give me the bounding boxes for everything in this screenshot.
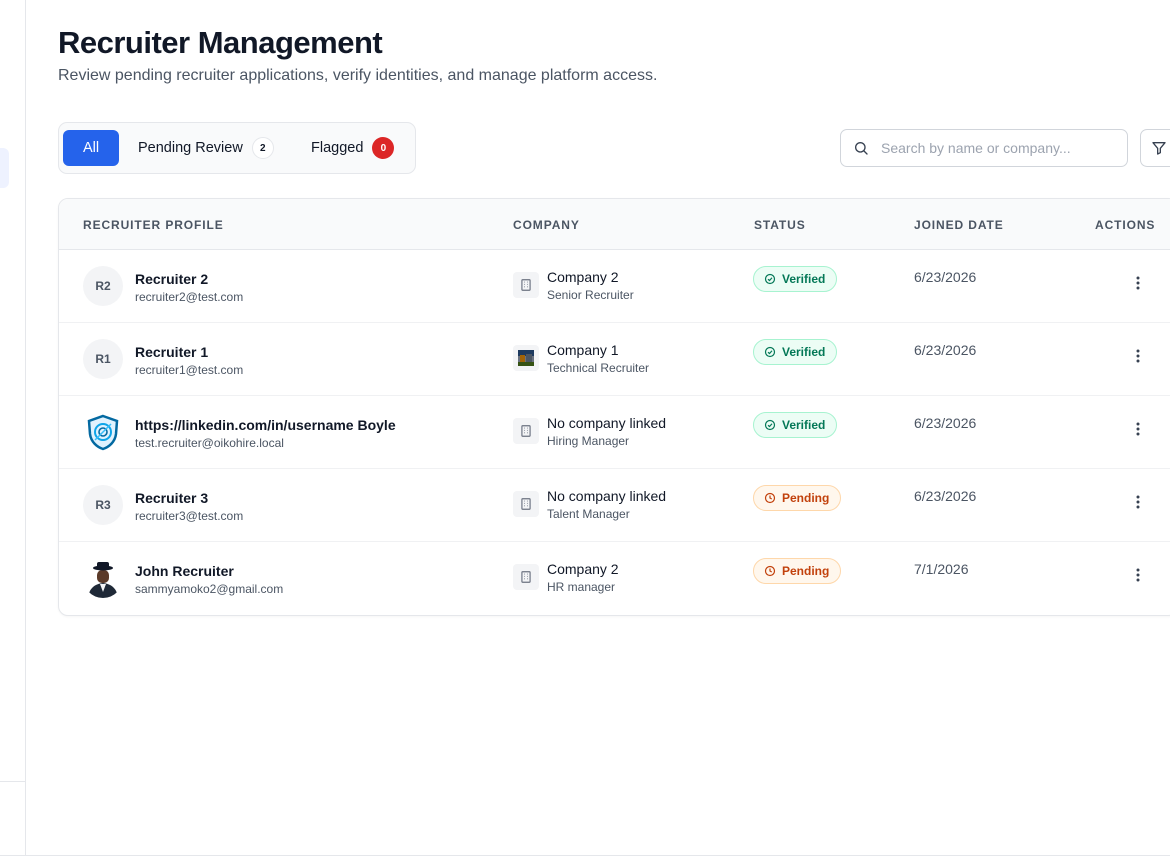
status-badge: Pending <box>753 558 842 584</box>
more-vertical-icon[interactable] <box>1129 347 1147 365</box>
page-subtitle: Review pending recruiter applications, v… <box>58 67 658 84</box>
recruiter-name: Recruiter 3 <box>135 490 209 506</box>
recruiter-role: HR manager <box>547 580 616 594</box>
company-logo <box>513 345 539 371</box>
search-input[interactable] <box>881 140 1111 156</box>
check-circle-icon <box>764 419 776 431</box>
tab-flagged[interactable]: Flagged 0 <box>311 130 395 166</box>
tab-label: Pending Review <box>138 140 243 156</box>
tab-label: Flagged <box>311 140 364 156</box>
column-header-company: COMPANY <box>513 218 580 232</box>
tab-all[interactable]: All <box>63 130 119 166</box>
avatar: R2 <box>83 266 123 306</box>
pending-count-badge: 2 <box>251 137 274 159</box>
flagged-count-badge: 0 <box>372 137 395 159</box>
shield-logo-avatar <box>83 412 123 452</box>
status-label: Verified <box>782 272 826 286</box>
joined-date: 6/23/2026 <box>914 269 977 285</box>
company-name: No company linked <box>547 488 667 504</box>
status-label: Verified <box>782 418 826 432</box>
sidebar-active-indicator[interactable] <box>0 148 9 188</box>
status-badge: Verified <box>753 266 838 292</box>
more-vertical-icon[interactable] <box>1129 493 1147 511</box>
table-row[interactable]: R3 Recruiter 3 recruiter3@test.com No co… <box>59 469 1170 542</box>
check-circle-icon <box>764 273 776 285</box>
building-icon <box>513 418 539 444</box>
column-header-joined-date: JOINED DATE <box>914 218 1004 232</box>
recruiter-role: Hiring Manager <box>547 434 630 448</box>
table-row[interactable]: R1 Recruiter 1 recruiter1@test.com Compa… <box>59 323 1170 396</box>
status-label: Verified <box>782 345 826 359</box>
avatar: R3 <box>83 485 123 525</box>
table-header: RECRUITER PROFILE COMPANY STATUS JOINED … <box>59 199 1170 250</box>
recruiters-table: RECRUITER PROFILE COMPANY STATUS JOINED … <box>58 198 1170 616</box>
joined-date: 7/1/2026 <box>914 561 969 577</box>
joined-date: 6/23/2026 <box>914 415 977 431</box>
search-icon <box>855 142 868 155</box>
filter-button[interactable] <box>1140 129 1170 167</box>
more-vertical-icon[interactable] <box>1129 420 1147 438</box>
tab-pending-review[interactable]: Pending Review 2 <box>138 130 274 166</box>
column-header-actions: ACTIONS <box>1095 218 1156 232</box>
recruiter-name: Recruiter 2 <box>135 271 209 287</box>
table-row[interactable]: John Recruiter sammyamoko2@gmail.com Com… <box>59 542 1170 615</box>
company-name: Company 2 <box>547 561 619 577</box>
status-badge: Verified <box>753 412 838 438</box>
avatar: R1 <box>83 339 123 379</box>
joined-date: 6/23/2026 <box>914 488 977 504</box>
recruiter-role: Senior Recruiter <box>547 288 634 302</box>
table-row[interactable]: https://linkedin.com/in/username Boyle t… <box>59 396 1170 469</box>
column-header-profile: RECRUITER PROFILE <box>83 218 224 232</box>
company-name: No company linked <box>547 415 667 431</box>
status-tabs: All Pending Review 2 Flagged 0 <box>58 122 416 174</box>
recruiter-name: Recruiter 1 <box>135 344 209 360</box>
table-row[interactable]: R2 Recruiter 2 recruiter2@test.com Compa… <box>59 250 1170 323</box>
recruiter-email: recruiter2@test.com <box>135 290 244 304</box>
check-circle-icon <box>764 346 776 358</box>
recruiter-role: Technical Recruiter <box>547 361 650 375</box>
status-badge: Verified <box>753 339 838 365</box>
clock-icon <box>764 565 776 577</box>
status-label: Pending <box>782 491 830 505</box>
recruiter-email: recruiter1@test.com <box>135 363 244 377</box>
recruiter-name: https://linkedin.com/in/username Boyle <box>135 417 396 433</box>
recruiter-email: sammyamoko2@gmail.com <box>135 582 284 596</box>
building-icon <box>513 272 539 298</box>
tab-label: All <box>82 140 100 156</box>
page-title: Recruiter Management <box>58 25 383 60</box>
photo-avatar <box>83 558 123 598</box>
sidebar <box>0 0 26 856</box>
clock-icon <box>764 492 776 504</box>
building-icon <box>513 564 539 590</box>
recruiter-role: Talent Manager <box>547 507 630 521</box>
joined-date: 6/23/2026 <box>914 342 977 358</box>
recruiter-name: John Recruiter <box>135 563 234 579</box>
company-name: Company 1 <box>547 342 619 358</box>
sidebar-divider <box>0 781 26 782</box>
search-box <box>840 129 1128 167</box>
recruiter-email: recruiter3@test.com <box>135 509 244 523</box>
more-vertical-icon[interactable] <box>1129 274 1147 292</box>
filter-icon <box>1152 142 1166 155</box>
more-vertical-icon[interactable] <box>1129 566 1147 584</box>
column-header-status: STATUS <box>754 218 806 232</box>
company-name: Company 2 <box>547 269 619 285</box>
status-label: Pending <box>782 564 830 578</box>
status-badge: Pending <box>753 485 842 511</box>
page-bottom-border <box>0 855 1170 856</box>
building-icon <box>513 491 539 517</box>
recruiter-email: test.recruiter@oikohire.local <box>135 436 284 450</box>
